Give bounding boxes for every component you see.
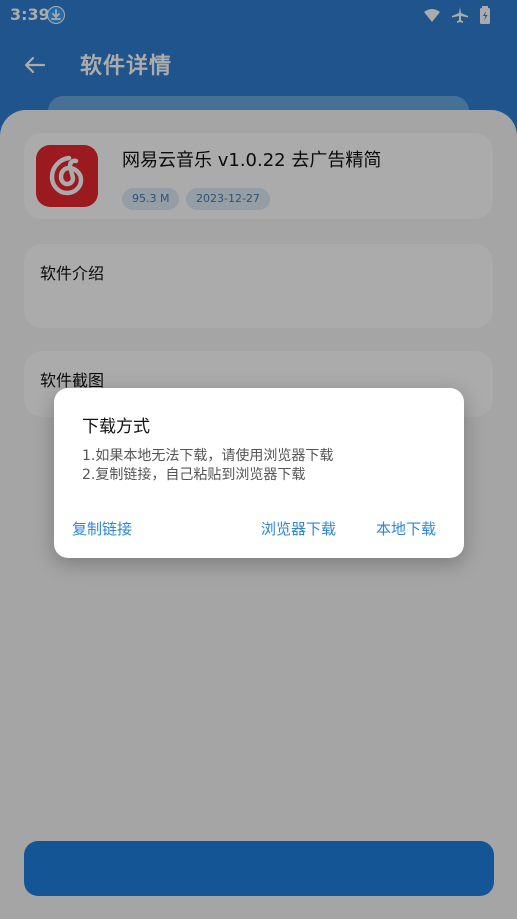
dialog-line-1: 1.如果本地无法下载，请使用浏览器下载 (82, 448, 334, 464)
browser-download-button[interactable]: 浏览器下载 (261, 518, 336, 539)
copy-link-button[interactable]: 复制链接 (72, 518, 132, 539)
dialog-line-2: 2.复制链接，自己粘贴到浏览器下载 (82, 467, 306, 483)
download-method-dialog: 下载方式 1.如果本地无法下载，请使用浏览器下载 2.复制链接，自己粘贴到浏览器… (54, 388, 464, 558)
dialog-title: 下载方式 (82, 417, 150, 437)
local-download-button[interactable]: 本地下载 (376, 518, 436, 539)
